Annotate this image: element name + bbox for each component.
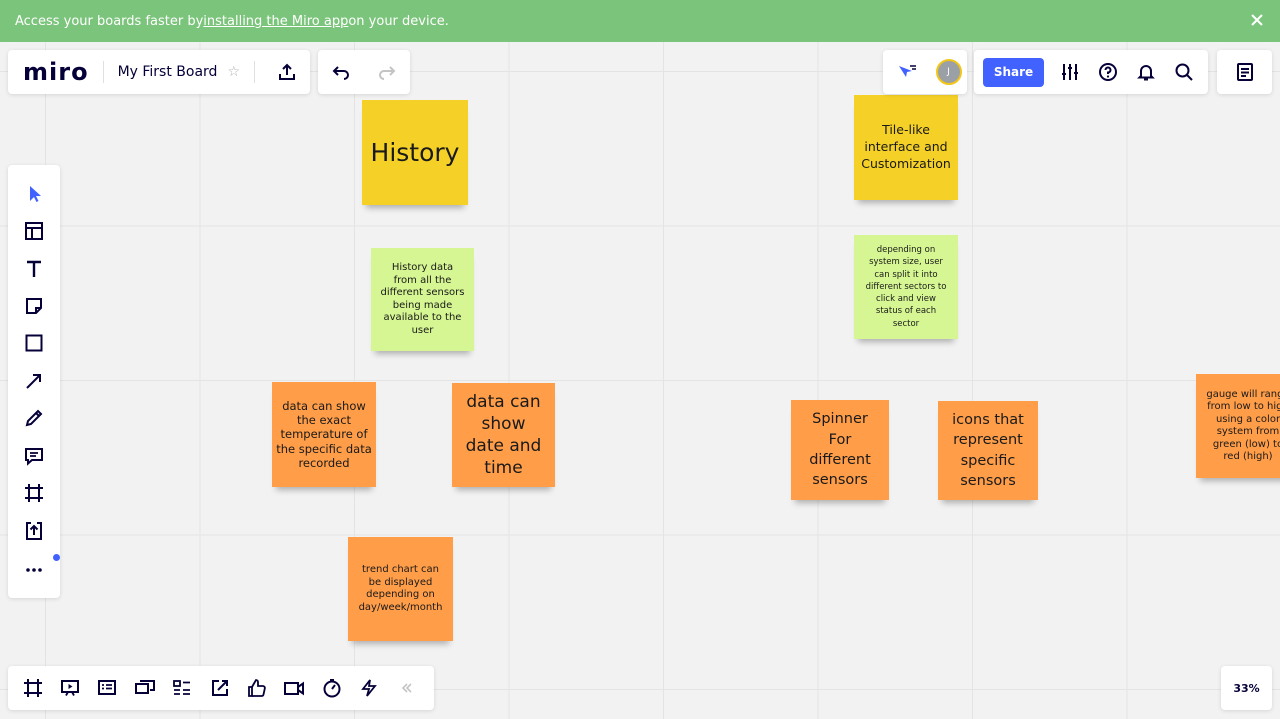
banner-text-before: Access your boards faster by <box>15 13 204 29</box>
star-icon[interactable]: ☆ <box>227 64 240 80</box>
search-icon[interactable] <box>1166 54 1202 90</box>
sticky-note-trend-chart[interactable]: trend chart can be displayed depending o… <box>348 537 453 641</box>
bottom-toolbar <box>8 666 434 710</box>
chat-icon[interactable] <box>126 670 163 706</box>
frame-icon[interactable] <box>16 475 52 511</box>
collapse-toolbar-icon[interactable] <box>388 670 425 706</box>
reaction-thumbs-up-icon[interactable] <box>238 670 275 706</box>
presentation-icon[interactable] <box>51 670 88 706</box>
board-canvas[interactable]: History History data from all the differ… <box>0 42 1280 719</box>
help-icon[interactable] <box>1090 54 1126 90</box>
video-call-icon[interactable] <box>276 670 313 706</box>
sticky-note-history-title[interactable]: History <box>362 100 468 205</box>
comment-icon[interactable] <box>16 438 52 474</box>
upload-icon[interactable] <box>16 513 52 549</box>
avatar[interactable]: J <box>935 59 962 85</box>
collaborators-panel: J <box>883 50 967 94</box>
text-icon[interactable] <box>16 251 52 287</box>
new-badge-dot <box>53 554 60 561</box>
share-screen-icon[interactable] <box>201 670 238 706</box>
export-icon[interactable] <box>269 54 305 90</box>
sticky-note-history-data[interactable]: History data from all the different sens… <box>371 248 474 351</box>
sticky-note-temperature[interactable]: data can show the exact temperature of t… <box>272 382 376 487</box>
creation-toolbar <box>8 165 60 598</box>
banner-text-after: on your device. <box>348 13 449 29</box>
close-icon[interactable] <box>1248 11 1266 29</box>
sticky-note-sectors[interactable]: depending on system size, user can split… <box>854 235 958 339</box>
shape-icon[interactable] <box>16 325 52 361</box>
sticky-note-spinner[interactable]: Spinner For different sensors <box>791 400 889 500</box>
miro-logo[interactable]: miro <box>23 58 89 86</box>
pen-icon[interactable] <box>16 400 52 436</box>
divider <box>102 61 104 83</box>
card-list-icon[interactable] <box>164 670 201 706</box>
zoom-level-text: 33% <box>1233 681 1260 695</box>
notes-icon[interactable] <box>1227 54 1263 90</box>
sticky-note-icons-sensors[interactable]: icons that represent specific sensors <box>938 401 1038 500</box>
notifications-bell-icon[interactable] <box>1128 54 1164 90</box>
undo-icon[interactable] <box>323 54 359 90</box>
sticky-note-tile-interface[interactable]: Tile-like interface and Customization <box>854 95 958 200</box>
history-controls <box>318 50 410 94</box>
frames-icon[interactable] <box>14 670 51 706</box>
more-tools-icon[interactable] <box>16 550 52 586</box>
power-ups-lightning-icon[interactable] <box>351 670 388 706</box>
divider <box>254 61 255 83</box>
zoom-level-control[interactable]: 33% <box>1221 666 1272 710</box>
settings-sliders-icon[interactable] <box>1052 54 1088 90</box>
board-header-panel: miro My First Board ☆ <box>8 50 310 94</box>
app-promo-banner: Access your boards faster by installing … <box>0 0 1280 42</box>
install-app-link[interactable]: installing the Miro app <box>203 14 348 29</box>
sticky-note-icon[interactable] <box>16 288 52 324</box>
redo-icon[interactable] <box>369 54 405 90</box>
board-notes-panel <box>1217 50 1272 94</box>
timer-icon[interactable] <box>313 670 350 706</box>
share-panel: Share <box>974 50 1208 94</box>
templates-icon[interactable] <box>16 213 52 249</box>
share-button[interactable]: Share <box>983 57 1044 87</box>
sticky-note-gauge[interactable]: gauge will range from low to high using … <box>1196 374 1280 478</box>
select-cursor-icon[interactable] <box>16 176 52 212</box>
cursor-filter-icon[interactable] <box>889 54 925 90</box>
sticky-note-date-time[interactable]: data can show date and time <box>452 383 555 487</box>
comments-list-icon[interactable] <box>89 670 126 706</box>
board-title[interactable]: My First Board <box>118 64 218 80</box>
connection-line-icon[interactable] <box>16 363 52 399</box>
